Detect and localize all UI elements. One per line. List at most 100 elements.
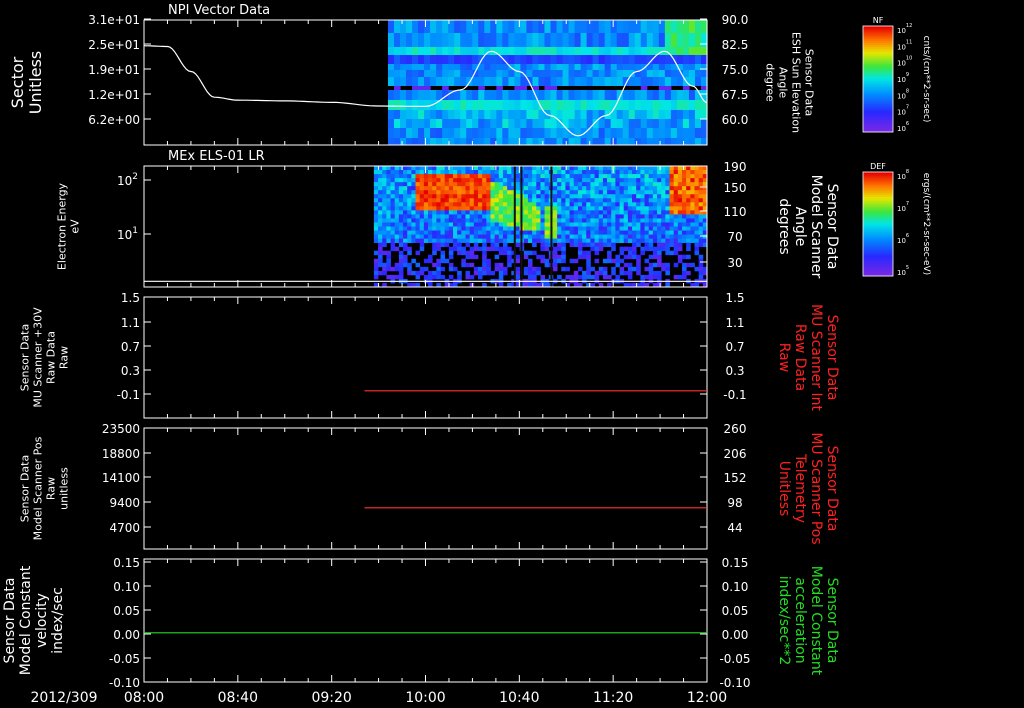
heatmap-cell xyxy=(670,100,678,110)
heatmap-cell xyxy=(586,77,594,86)
heatmap-cell xyxy=(616,33,624,47)
heatmap-cell xyxy=(419,202,425,207)
heatmap-cell xyxy=(586,194,591,199)
heatmap-cell xyxy=(565,214,570,219)
heatmap-cell xyxy=(494,230,500,235)
heatmap-cell xyxy=(482,170,487,175)
heatmap-cell xyxy=(577,186,583,191)
heatmap-cell xyxy=(644,166,650,171)
heatmap-cell xyxy=(652,178,658,183)
heatmap-cell xyxy=(453,218,458,223)
y-axis-label-right: index/sec**2 xyxy=(776,576,792,666)
heatmap-cell xyxy=(460,100,467,110)
heatmap-cell xyxy=(577,218,583,223)
heatmap-cell xyxy=(473,182,479,187)
heatmap-cell xyxy=(419,174,425,179)
heatmap-cell xyxy=(412,138,419,145)
heatmap-cell xyxy=(627,250,633,256)
heatmap-cell xyxy=(652,246,658,252)
heatmap-cell xyxy=(393,47,401,55)
heatmap-cell xyxy=(569,186,575,191)
heatmap-cell xyxy=(592,128,600,138)
heatmap-cell xyxy=(586,47,594,55)
heatmap-cell xyxy=(398,190,404,195)
heatmap-cell xyxy=(562,77,570,86)
heatmap-cell xyxy=(394,182,400,187)
heatmap-cell xyxy=(432,262,437,268)
heatmap-cell xyxy=(482,226,487,231)
heatmap-cell xyxy=(673,238,679,244)
heatmap-cell xyxy=(412,128,419,138)
heatmap-cell xyxy=(428,226,433,231)
heatmap-cell xyxy=(690,210,695,215)
heatmap-cell xyxy=(598,190,604,195)
heatmap-cell xyxy=(661,202,666,207)
heatmap-cell xyxy=(682,238,687,244)
heatmap-cell xyxy=(532,242,537,248)
heatmap-cell xyxy=(677,258,683,264)
heatmap-cell xyxy=(502,128,509,138)
heatmap-cell xyxy=(390,230,396,235)
heatmap-cell xyxy=(494,226,500,231)
heatmap-cell xyxy=(648,190,654,195)
heatmap-cell xyxy=(486,194,491,199)
heatmap-cell xyxy=(619,202,625,207)
heatmap-cell xyxy=(432,170,437,175)
heatmap-cell xyxy=(648,262,654,268)
heatmap-cell xyxy=(573,178,579,183)
heatmap-cell xyxy=(440,226,446,231)
heatmap-cell xyxy=(496,119,503,128)
heatmap-cell xyxy=(527,178,533,183)
heatmap-cell xyxy=(465,194,471,199)
heatmap-cell xyxy=(469,178,475,183)
heatmap-cell xyxy=(457,194,462,199)
heatmap-cell xyxy=(423,210,429,215)
heatmap-cell xyxy=(669,210,675,215)
y-tick-label-left: 3.1e+01 xyxy=(88,13,140,27)
heatmap-cell xyxy=(665,230,670,235)
y-axis-label-left: Raw Data xyxy=(45,331,58,384)
heatmap-cell xyxy=(453,182,458,187)
heatmap-cell xyxy=(390,190,396,195)
heatmap-cell xyxy=(454,138,461,145)
heatmap-cell xyxy=(557,206,562,211)
heatmap-cell xyxy=(378,194,383,199)
heatmap-cell xyxy=(382,206,387,211)
heatmap-cell xyxy=(428,170,433,175)
heatmap-cell xyxy=(565,226,570,231)
heatmap-cell xyxy=(412,55,419,64)
heatmap-cell xyxy=(440,222,446,227)
heatmap-cell xyxy=(523,190,529,195)
heatmap-cell xyxy=(657,230,662,235)
heatmap-cell xyxy=(682,110,690,119)
heatmap-cell xyxy=(527,182,533,187)
heatmap-cell xyxy=(498,190,504,195)
heatmap-cell xyxy=(515,190,521,195)
heatmap-cell xyxy=(592,47,600,55)
heatmap-cell xyxy=(403,234,408,239)
y-tick-label-right: 206 xyxy=(724,447,747,461)
heatmap-cell xyxy=(486,238,491,244)
heatmap-cell xyxy=(677,222,683,227)
heatmap-cell xyxy=(658,64,666,70)
heatmap-cell xyxy=(676,128,684,138)
heatmap-cell xyxy=(428,238,433,244)
heatmap-cell xyxy=(540,202,546,207)
heatmap-cell xyxy=(477,186,483,191)
heatmap-cell xyxy=(507,166,512,171)
heatmap-cell xyxy=(698,258,704,264)
colorbar-tick-label: 105 xyxy=(897,265,909,277)
heatmap-cell xyxy=(407,182,412,187)
heatmap-cell xyxy=(644,198,650,203)
heatmap-cell xyxy=(436,77,443,86)
heatmap-cell xyxy=(580,33,588,47)
heatmap-cell xyxy=(432,270,437,276)
heatmap-cell xyxy=(406,33,413,47)
heatmap-cell xyxy=(398,182,404,187)
heatmap-cell xyxy=(561,214,566,219)
heatmap-cell xyxy=(552,262,558,268)
heatmap-cell xyxy=(574,64,582,70)
heatmap-cell xyxy=(440,170,446,175)
heatmap-cell xyxy=(616,47,624,55)
heatmap-cell xyxy=(430,110,437,119)
